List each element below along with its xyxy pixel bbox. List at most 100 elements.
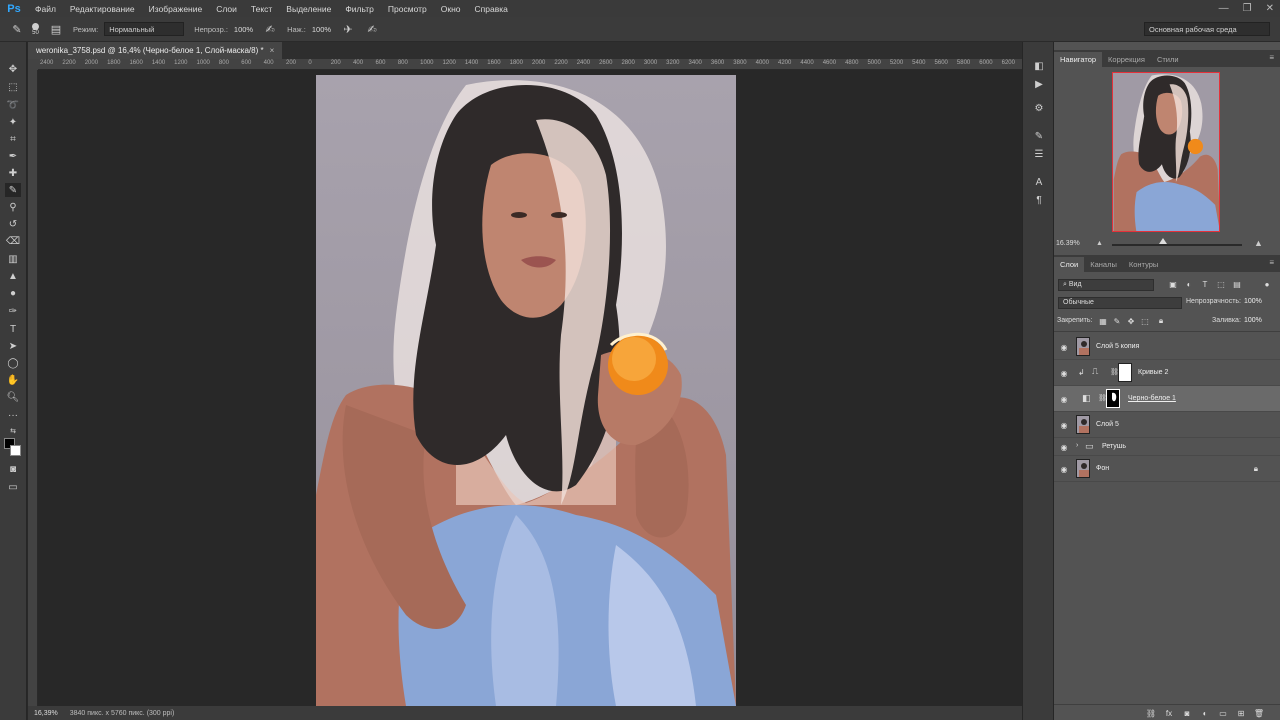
flow-value[interactable]: 100% xyxy=(312,25,331,34)
fill-value[interactable]: 100% xyxy=(1244,317,1262,324)
canvas-area[interactable] xyxy=(38,70,1022,706)
visibility-eye-icon[interactable]: ◉ xyxy=(1059,420,1069,430)
screen-mode-icon[interactable]: ▭ xyxy=(5,480,21,494)
layer-group-row[interactable]: ◉ › ▭ Ретушь xyxy=(1054,438,1280,456)
workspace-select[interactable]: Основная рабочая среда xyxy=(1144,22,1270,36)
horizontal-ruler[interactable]: 2400 2200 2000 1800 1600 1400 1200 1000 800 600 40… xyxy=(38,59,1022,70)
clone-stamp-tool-icon[interactable]: ⚲ xyxy=(5,200,21,214)
navigator-panel-menu-icon[interactable]: ≡ xyxy=(1269,53,1274,62)
navigator-zoom-slider-thumb[interactable] xyxy=(1159,238,1167,244)
visibility-eye-icon[interactable]: ◉ xyxy=(1059,394,1069,404)
menu-file[interactable]: Файл xyxy=(28,4,63,14)
background-color-swatch[interactable] xyxy=(10,445,21,456)
menu-help[interactable]: Справка xyxy=(468,4,515,14)
document-image[interactable] xyxy=(316,75,736,706)
swap-colors-icon[interactable]: ⇆ xyxy=(5,424,21,438)
adjustments-panel-icon[interactable]: ☰ xyxy=(1033,148,1045,160)
brush-tool-active-icon[interactable]: ✎ xyxy=(5,183,21,197)
brush-tool-icon[interactable]: ✎ xyxy=(10,22,24,36)
blur-tool-icon[interactable]: ▲ xyxy=(5,269,21,283)
filter-type-icon[interactable]: T xyxy=(1200,279,1210,289)
tab-layers[interactable]: Слои xyxy=(1054,257,1085,272)
zoom-in-icon[interactable]: ▲ xyxy=(1254,238,1263,248)
tab-paths[interactable]: Контуры xyxy=(1123,257,1164,272)
menu-layers[interactable]: Слои xyxy=(209,4,244,14)
layer-row[interactable]: ◉ Слой 5 xyxy=(1054,412,1280,438)
mode-select[interactable]: Нормальный xyxy=(104,22,185,36)
filter-adjustment-icon[interactable]: ◐ xyxy=(1184,279,1194,289)
crop-tool-icon[interactable]: ⌗ xyxy=(5,132,21,146)
ruler-origin[interactable] xyxy=(28,59,38,70)
filter-toggle-icon[interactable]: ● xyxy=(1262,279,1272,289)
delete-layer-icon[interactable]: 🗑︎ xyxy=(1254,708,1264,718)
healing-brush-tool-icon[interactable]: ✚ xyxy=(5,166,21,180)
visibility-eye-icon[interactable]: ◉ xyxy=(1059,368,1069,378)
history-panel-icon[interactable]: ◧ xyxy=(1033,60,1045,72)
new-layer-icon[interactable]: ⊞ xyxy=(1236,708,1246,718)
menu-type[interactable]: Текст xyxy=(244,4,279,14)
layer-row-selected[interactable]: ◉ ◧ ⛓ Черно-белое 1 xyxy=(1054,386,1280,412)
tab-adjustments[interactable]: Коррекция xyxy=(1102,52,1151,67)
navigator-zoom-value[interactable]: 16.39% xyxy=(1056,240,1080,247)
shape-tool-icon[interactable]: ◯ xyxy=(5,356,21,370)
brush-preset-picker[interactable]: 50 xyxy=(32,22,39,36)
brush-panel-icon[interactable]: ✎ xyxy=(1033,130,1045,142)
add-mask-icon[interactable]: ◙ xyxy=(1182,708,1192,718)
visibility-eye-icon[interactable]: ◉ xyxy=(1059,442,1069,452)
eyedropper-tool-icon[interactable]: ✒ xyxy=(5,149,21,163)
eraser-tool-icon[interactable]: ⌫ xyxy=(5,234,21,248)
link-layers-icon[interactable]: ⛓ xyxy=(1146,708,1156,718)
layer-name[interactable]: Фон xyxy=(1096,465,1109,472)
more-tools-icon[interactable]: ··· xyxy=(5,408,21,422)
filter-shape-icon[interactable]: ⬚ xyxy=(1216,279,1226,289)
path-selection-tool-icon[interactable]: ➤ xyxy=(5,339,21,353)
layer-mask-thumbnail[interactable] xyxy=(1118,363,1132,382)
paragraph-panel-icon[interactable]: ¶ xyxy=(1033,194,1045,206)
navigator-zoom-slider[interactable] xyxy=(1112,244,1242,246)
filter-smart-object-icon[interactable]: ▤ xyxy=(1232,279,1242,289)
new-group-icon[interactable]: ▭ xyxy=(1218,708,1228,718)
maximize-button[interactable]: ❐ xyxy=(1243,3,1252,14)
navigator-thumbnail[interactable] xyxy=(1112,72,1220,232)
lasso-tool-icon[interactable]: ➰ xyxy=(5,98,21,112)
lock-all-icon[interactable]: 🔒︎ xyxy=(1156,316,1166,326)
lock-transparency-icon[interactable]: ▦ xyxy=(1098,316,1108,326)
zoom-level[interactable]: 16,39% xyxy=(28,710,64,717)
tab-styles[interactable]: Стили xyxy=(1151,52,1185,67)
layer-name[interactable]: Слой 5 xyxy=(1096,421,1119,428)
layer-mask-thumbnail[interactable] xyxy=(1106,389,1120,408)
group-expand-chevron-icon[interactable]: › xyxy=(1076,442,1078,449)
gradient-tool-icon[interactable]: ▥ xyxy=(5,252,21,266)
layer-kind-filter[interactable]: ⌕ Вид xyxy=(1058,279,1154,291)
hand-tool-icon[interactable]: ✋ xyxy=(5,373,21,387)
menu-edit[interactable]: Редактирование xyxy=(63,4,142,14)
brush-panel-icon[interactable]: ▤ xyxy=(49,22,63,36)
history-brush-tool-icon[interactable]: ↺ xyxy=(5,217,21,231)
lock-pixels-icon[interactable]: ✎ xyxy=(1112,316,1122,326)
vertical-ruler[interactable] xyxy=(28,70,38,706)
minimize-button[interactable]: — xyxy=(1219,3,1229,14)
lock-artboard-icon[interactable]: ⬚ xyxy=(1140,316,1150,326)
menu-view[interactable]: Просмотр xyxy=(381,4,434,14)
actions-panel-icon[interactable]: ▶ xyxy=(1033,78,1045,90)
menu-window[interactable]: Окно xyxy=(434,4,468,14)
layer-name[interactable]: Кривые 2 xyxy=(1138,369,1168,376)
pressure-size-icon[interactable]: ✍ xyxy=(365,22,379,36)
layer-style-fx-icon[interactable]: fx xyxy=(1164,708,1174,718)
quick-mask-icon[interactable]: ◙ xyxy=(5,462,21,476)
marquee-tool-icon[interactable]: ⬚ xyxy=(5,80,21,94)
layer-opacity-value[interactable]: 100% xyxy=(1244,298,1262,305)
menu-filter[interactable]: Фильтр xyxy=(338,4,381,14)
layer-name[interactable]: Черно-белое 1 xyxy=(1128,395,1176,402)
tab-navigator[interactable]: Навигатор xyxy=(1054,52,1103,67)
pressure-opacity-icon[interactable]: ✍ xyxy=(263,22,277,36)
move-tool-icon[interactable]: ✥ xyxy=(5,62,21,76)
zoom-out-icon[interactable]: ▲ xyxy=(1096,240,1103,247)
document-size-info[interactable]: 3840 пикс. x 5760 пикс. (300 ppi) xyxy=(70,710,175,717)
pen-tool-icon[interactable]: ✑ xyxy=(5,304,21,318)
visibility-eye-icon[interactable]: ◉ xyxy=(1059,342,1069,352)
properties-panel-icon[interactable]: ⚙ xyxy=(1033,102,1045,114)
dodge-tool-icon[interactable]: ● xyxy=(5,286,21,300)
layer-row[interactable]: ◉ Фон 🔒︎ xyxy=(1054,456,1280,482)
layer-name[interactable]: Ретушь xyxy=(1102,443,1126,450)
